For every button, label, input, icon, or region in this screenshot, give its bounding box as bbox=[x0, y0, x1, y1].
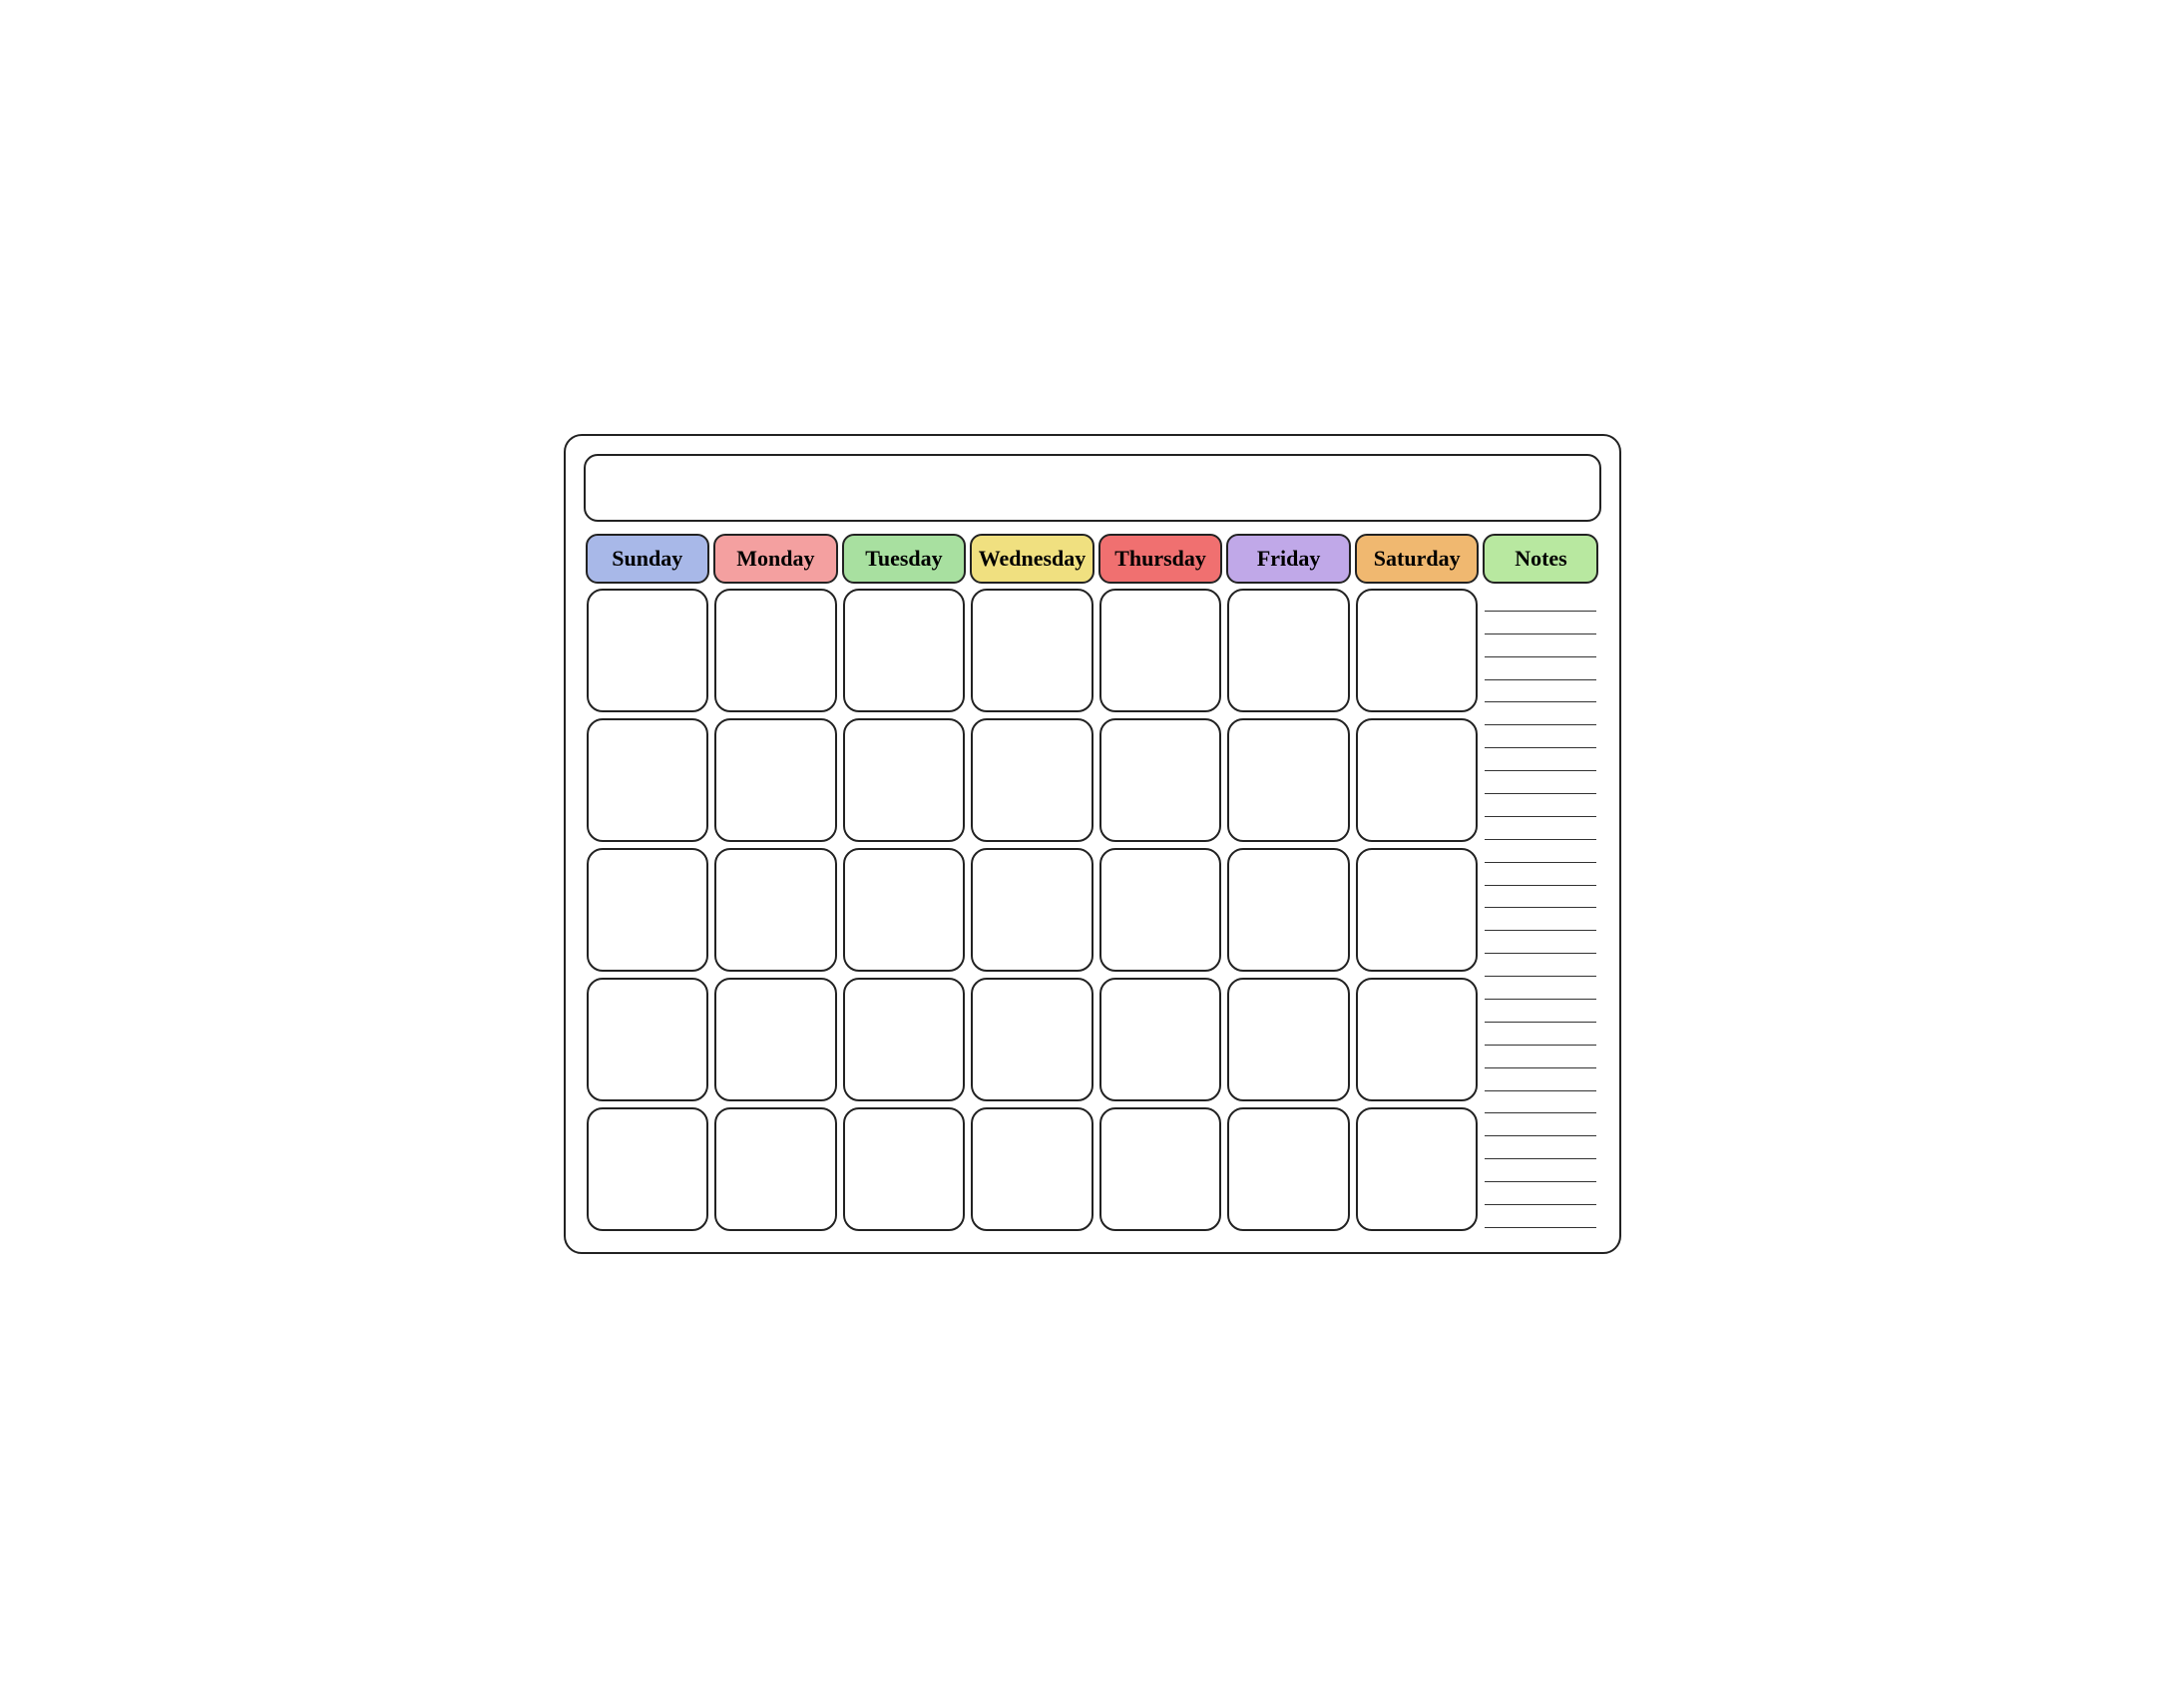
notes-line[interactable] bbox=[1485, 934, 1596, 954]
cell-r5-fri[interactable] bbox=[1227, 1107, 1350, 1231]
cell-r4-thu[interactable] bbox=[1099, 978, 1222, 1101]
cell-r3-thu[interactable] bbox=[1099, 848, 1222, 972]
notes-line[interactable] bbox=[1485, 751, 1596, 771]
notes-line[interactable] bbox=[1485, 980, 1596, 1000]
title-bar[interactable] bbox=[584, 454, 1601, 522]
cell-r1-sat[interactable] bbox=[1356, 589, 1479, 712]
cell-r1-tue[interactable] bbox=[843, 589, 966, 712]
notes-line[interactable] bbox=[1485, 843, 1596, 863]
cell-r4-sun[interactable] bbox=[587, 978, 709, 1101]
notes-line[interactable] bbox=[1485, 1049, 1596, 1068]
header-notes: Notes bbox=[1483, 534, 1598, 584]
notes-line[interactable] bbox=[1485, 1026, 1596, 1046]
cell-r3-mon[interactable] bbox=[714, 848, 837, 972]
notes-line[interactable] bbox=[1485, 728, 1596, 748]
cell-r3-sat[interactable] bbox=[1356, 848, 1479, 972]
cell-r1-wed[interactable] bbox=[971, 589, 1093, 712]
cell-r1-thu[interactable] bbox=[1099, 589, 1222, 712]
cell-r5-thu[interactable] bbox=[1099, 1107, 1222, 1231]
notes-line[interactable] bbox=[1485, 1162, 1596, 1182]
header-saturday: Saturday bbox=[1355, 534, 1480, 584]
cell-r2-thu[interactable] bbox=[1099, 718, 1222, 842]
notes-line[interactable] bbox=[1485, 660, 1596, 680]
cell-r5-tue[interactable] bbox=[843, 1107, 966, 1231]
cell-r2-sat[interactable] bbox=[1356, 718, 1479, 842]
cell-r2-mon[interactable] bbox=[714, 718, 837, 842]
cell-r3-fri[interactable] bbox=[1227, 848, 1350, 972]
notes-line[interactable] bbox=[1485, 774, 1596, 794]
notes-line[interactable] bbox=[1485, 1003, 1596, 1023]
notes-line[interactable] bbox=[1485, 1071, 1596, 1091]
notes-line[interactable] bbox=[1485, 1094, 1596, 1114]
notes-line[interactable] bbox=[1485, 911, 1596, 931]
cell-r3-wed[interactable] bbox=[971, 848, 1093, 972]
cell-r5-mon[interactable] bbox=[714, 1107, 837, 1231]
notes-line[interactable] bbox=[1485, 705, 1596, 725]
cell-r1-fri[interactable] bbox=[1227, 589, 1350, 712]
notes-line[interactable] bbox=[1485, 615, 1596, 634]
notes-area[interactable] bbox=[1481, 586, 1600, 1234]
cell-r4-fri[interactable] bbox=[1227, 978, 1350, 1101]
calendar-grid: Sunday Monday Tuesday Wednesday Thursday… bbox=[584, 532, 1601, 1234]
header-monday: Monday bbox=[713, 534, 838, 584]
notes-line[interactable] bbox=[1485, 957, 1596, 977]
cell-r2-fri[interactable] bbox=[1227, 718, 1350, 842]
cell-r4-mon[interactable] bbox=[714, 978, 837, 1101]
notes-line[interactable] bbox=[1485, 1208, 1596, 1228]
notes-line[interactable] bbox=[1485, 1116, 1596, 1136]
header-wednesday: Wednesday bbox=[970, 534, 1094, 584]
notes-line[interactable] bbox=[1485, 820, 1596, 840]
notes-line[interactable] bbox=[1485, 637, 1596, 657]
cell-r1-mon[interactable] bbox=[714, 589, 837, 712]
notes-line[interactable] bbox=[1485, 592, 1596, 612]
cell-r5-sun[interactable] bbox=[587, 1107, 709, 1231]
cell-r3-tue[interactable] bbox=[843, 848, 966, 972]
notes-line[interactable] bbox=[1485, 866, 1596, 886]
cell-r2-wed[interactable] bbox=[971, 718, 1093, 842]
notes-line[interactable] bbox=[1485, 1139, 1596, 1159]
cell-r3-sun[interactable] bbox=[587, 848, 709, 972]
cell-r4-wed[interactable] bbox=[971, 978, 1093, 1101]
calendar-container: Sunday Monday Tuesday Wednesday Thursday… bbox=[564, 434, 1621, 1254]
cell-r4-sat[interactable] bbox=[1356, 978, 1479, 1101]
header-tuesday: Tuesday bbox=[842, 534, 967, 584]
notes-line[interactable] bbox=[1485, 889, 1596, 909]
notes-line[interactable] bbox=[1485, 683, 1596, 703]
header-thursday: Thursday bbox=[1098, 534, 1223, 584]
notes-line[interactable] bbox=[1485, 797, 1596, 817]
cell-r4-tue[interactable] bbox=[843, 978, 966, 1101]
cell-r1-sun[interactable] bbox=[587, 589, 709, 712]
cell-r2-tue[interactable] bbox=[843, 718, 966, 842]
cell-r5-wed[interactable] bbox=[971, 1107, 1093, 1231]
cell-r5-sat[interactable] bbox=[1356, 1107, 1479, 1231]
header-sunday: Sunday bbox=[586, 534, 710, 584]
notes-line[interactable] bbox=[1485, 1185, 1596, 1205]
header-friday: Friday bbox=[1226, 534, 1351, 584]
cell-r2-sun[interactable] bbox=[587, 718, 709, 842]
